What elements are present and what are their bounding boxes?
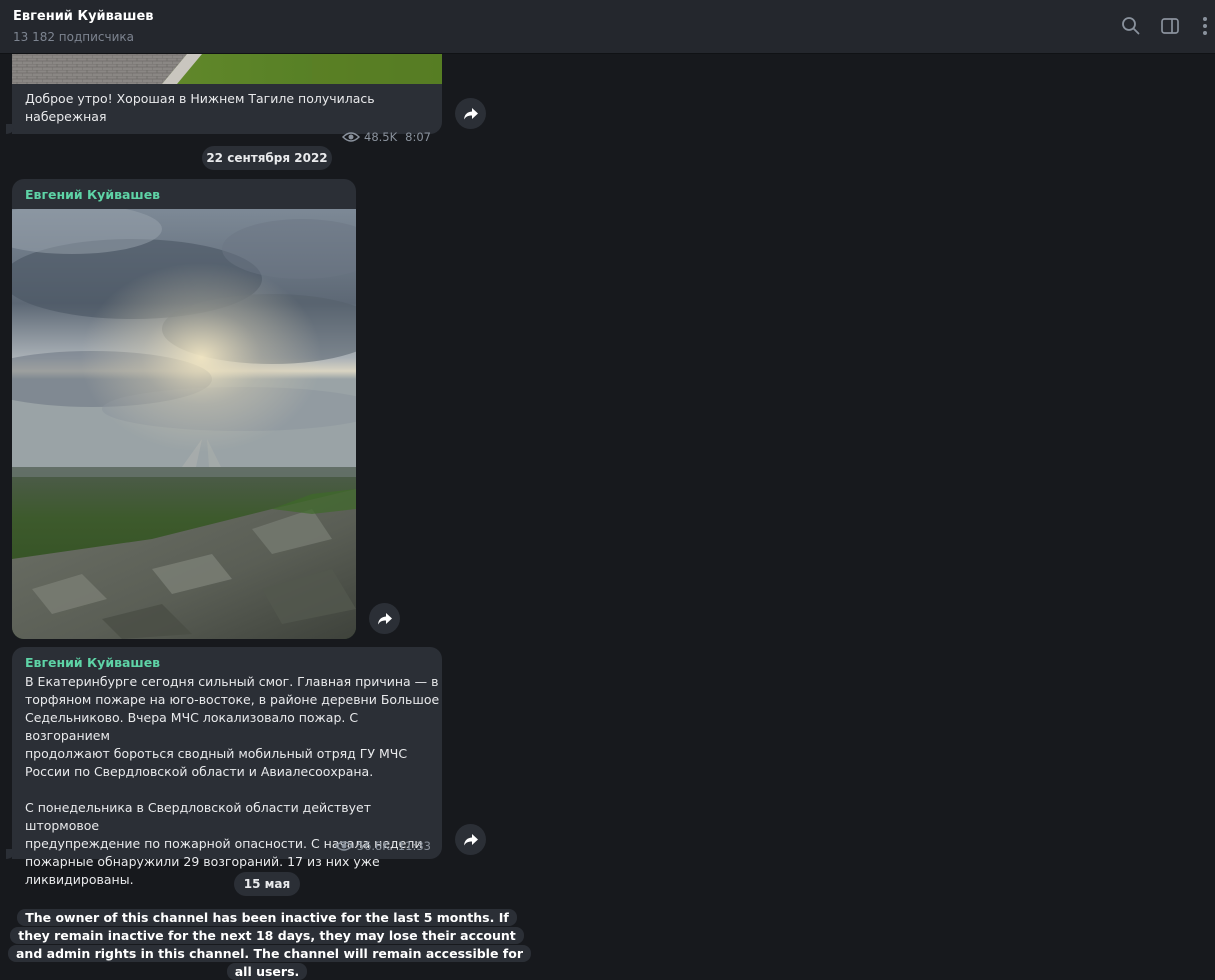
forward-icon <box>377 612 392 624</box>
message-photo[interactable] <box>12 54 442 84</box>
message-photo[interactable] <box>12 204 356 639</box>
channel-title[interactable]: Евгений Куйвашев <box>13 9 154 24</box>
message-bubble[interactable]: Евгений Куйвашев <box>12 179 356 639</box>
date-separator: 15 мая <box>234 872 300 896</box>
message-text: Доброе утро! Хорошая в Нижнем Тагиле пол… <box>25 91 375 124</box>
message-author[interactable]: Евгений Куйвашев <box>25 655 160 670</box>
message-meta: 48.5K 8:07 <box>342 128 431 146</box>
message-bubble[interactable]: Евгений Куйвашев В Екатеринбурге сегодня… <box>6 647 442 887</box>
search-icon <box>1122 17 1140 35</box>
landscape-photo <box>12 204 356 639</box>
message-feed[interactable]: Доброе утро! Хорошая в Нижнем Тагиле пол… <box>0 54 1215 980</box>
view-count: 56.8K <box>356 839 390 853</box>
sidebar-toggle-button[interactable] <box>1159 15 1181 37</box>
more-vertical-icon <box>1203 17 1207 35</box>
search-button[interactable] <box>1120 15 1142 37</box>
forward-button[interactable] <box>455 98 486 129</box>
sidebar-toggle-icon <box>1161 18 1179 34</box>
eye-icon <box>342 132 361 142</box>
subscriber-count: 13 182 подписчика <box>13 30 135 44</box>
inactivity-notice: The owner of this channel has been inact… <box>8 909 531 980</box>
notice-text: The owner of this channel has been inact… <box>8 909 531 980</box>
forward-button[interactable] <box>455 824 486 855</box>
forward-icon <box>463 107 478 119</box>
message-time: 11:33 <box>397 839 431 853</box>
message-bubble[interactable]: Доброе утро! Хорошая в Нижнем Тагиле пол… <box>6 54 442 144</box>
eye-icon <box>334 841 353 851</box>
view-count: 48.5K <box>364 130 398 144</box>
forward-button[interactable] <box>369 603 400 634</box>
date-separator: 22 сентября 2022 <box>202 146 332 170</box>
message-text: В Екатеринбурге сегодня сильный смог. Гл… <box>25 674 440 887</box>
chat-header: Евгений Куйвашев 13 182 подписчика <box>0 0 1215 54</box>
more-menu-button[interactable] <box>1196 15 1214 37</box>
forward-icon <box>463 833 478 845</box>
message-meta: 56.8K 11:33 <box>334 837 431 855</box>
message-time: 8:07 <box>405 130 431 144</box>
message-author[interactable]: Евгений Куйвашев <box>25 187 160 202</box>
embankment-photo <box>12 54 442 84</box>
